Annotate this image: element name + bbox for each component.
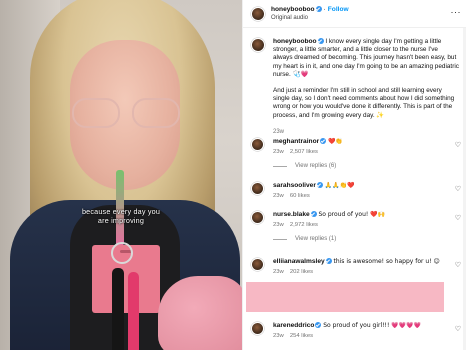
comment-time: 23w	[273, 332, 284, 339]
view-replies-label: View replies (1)	[295, 236, 337, 242]
comment-likes[interactable]: 2,972 likes	[290, 222, 318, 228]
avatar[interactable]	[251, 211, 264, 224]
comment-time: 23w	[273, 148, 284, 155]
comment-text: ❤️👏	[327, 138, 343, 145]
overlay-line-1: because every day you	[81, 207, 161, 216]
avatar[interactable]	[251, 182, 264, 195]
comment-likes[interactable]: 254 likes	[290, 333, 313, 339]
comment-text: So proud of you! ❤️🙌	[318, 211, 386, 218]
view-replies-button[interactable]: View replies (1)	[273, 235, 463, 244]
avatar[interactable]	[251, 258, 264, 271]
verified-icon	[315, 5, 322, 12]
follow-button[interactable]: Follow	[328, 6, 349, 13]
caption-para-2: And just a reminder I'm still in school …	[273, 87, 455, 119]
comment-item: meghantrainor ❤️👏 23w 2,507 likes View re…	[251, 138, 463, 171]
glasses	[72, 98, 180, 130]
pink-marker	[128, 272, 139, 350]
header-text: honeybooboo · Follow Original audio	[271, 5, 349, 22]
separator-dot: ·	[323, 5, 326, 13]
comment-username[interactable]: nurse.blake	[273, 211, 310, 218]
pink-glove-hand	[158, 276, 242, 350]
avatar[interactable]	[251, 138, 264, 151]
comment-likes[interactable]: 202 likes	[290, 269, 313, 275]
comment-time: 23w	[273, 268, 284, 275]
comment-username[interactable]: elliianawalmsley	[273, 258, 325, 265]
header-username[interactable]: honeybooboo	[271, 6, 315, 13]
heart-icon[interactable]: ♡	[455, 325, 461, 333]
black-marker	[112, 268, 124, 350]
audio-label[interactable]: Original audio	[271, 14, 349, 22]
comment-item: nurse.blake So proud of you! ❤️🙌 23w 2,97…	[251, 211, 463, 244]
glasses-lens-right	[132, 98, 180, 128]
heart-icon[interactable]: ♡	[455, 141, 461, 149]
post-view: because every day you are improving hone…	[0, 0, 466, 350]
caption-time: 23w	[273, 128, 285, 135]
overlay-line-2: are improving	[97, 216, 145, 225]
verified-icon	[325, 258, 332, 264]
comment-text: this is awesome! so happy for u! 😊	[333, 258, 440, 265]
post-header: honeybooboo · Follow Original audio ···	[243, 0, 466, 28]
avatar[interactable]	[251, 38, 265, 52]
verified-icon	[316, 182, 323, 188]
comment-item: kareneddrico So proud of you girl!!! 💗💗💗…	[251, 322, 463, 340]
replies-line	[273, 238, 287, 240]
comment-username[interactable]: kareneddrico	[273, 322, 314, 329]
video-player[interactable]: because every day you are improving	[0, 0, 242, 350]
comment-likes[interactable]: 60 likes	[290, 193, 310, 199]
avatar[interactable]	[251, 6, 265, 21]
replies-line	[273, 165, 287, 167]
view-replies-label: View replies (6)	[295, 163, 337, 169]
avatar[interactable]	[251, 322, 264, 335]
video-text-overlay: because every day you are improving	[0, 207, 242, 225]
verified-icon	[320, 138, 327, 144]
comment-text: 🙏🙏👏❤️	[324, 182, 355, 189]
comment-likes[interactable]: 2,507 likes	[290, 149, 318, 155]
heart-icon[interactable]: ♡	[455, 185, 461, 193]
comment-time: 23w	[273, 221, 284, 228]
comment-username[interactable]: sarahsooliver	[273, 182, 316, 189]
caption-username[interactable]: honeybooboo	[273, 38, 317, 45]
heart-icon[interactable]: ♡	[455, 261, 461, 269]
comment-text: So proud of you girl!!! 💗💗💗💗	[323, 322, 422, 329]
view-replies-button[interactable]: View replies (6)	[273, 162, 463, 171]
post-caption: honeybooboo I know every single day I'm …	[251, 38, 459, 136]
comment-username[interactable]: meghantrainor	[273, 138, 319, 145]
comment-item: elliianawalmsley this is awesome! so hap…	[251, 258, 463, 276]
badge-ring	[111, 242, 133, 264]
more-horizontal-icon[interactable]: ···	[451, 8, 462, 17]
glasses-lens-left	[72, 98, 120, 128]
verified-icon	[317, 38, 324, 44]
verified-icon	[310, 211, 317, 217]
comment-item: sarahsooliver 🙏🙏👏❤️ 23w 60 likes ♡	[251, 182, 463, 200]
heart-icon[interactable]: ♡	[455, 214, 461, 222]
verified-icon	[315, 322, 322, 328]
comment-time: 23w	[273, 192, 284, 199]
redacted-comment-block	[246, 282, 444, 312]
